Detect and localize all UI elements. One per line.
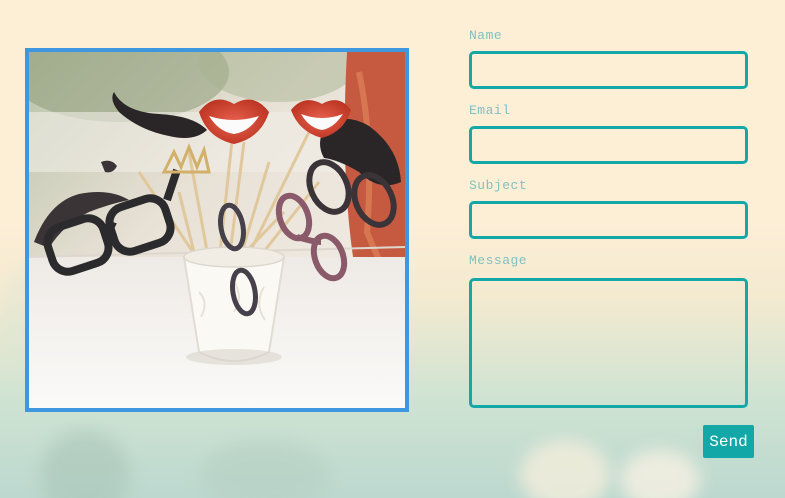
background-bokeh — [200, 440, 330, 498]
email-label: Email — [469, 103, 511, 118]
send-button[interactable]: Send — [703, 425, 754, 458]
background-bokeh — [40, 430, 130, 498]
background-bokeh — [620, 450, 700, 498]
name-label: Name — [469, 28, 503, 43]
message-label: Message — [469, 253, 528, 268]
message-field[interactable] — [469, 278, 748, 408]
subject-field[interactable] — [469, 201, 748, 239]
photo-illustration — [29, 52, 405, 408]
email-field[interactable] — [469, 126, 748, 164]
background-bokeh — [520, 440, 610, 498]
photo-booth-props-image — [25, 48, 409, 412]
subject-label: Subject — [469, 178, 528, 193]
name-field[interactable] — [469, 51, 748, 89]
